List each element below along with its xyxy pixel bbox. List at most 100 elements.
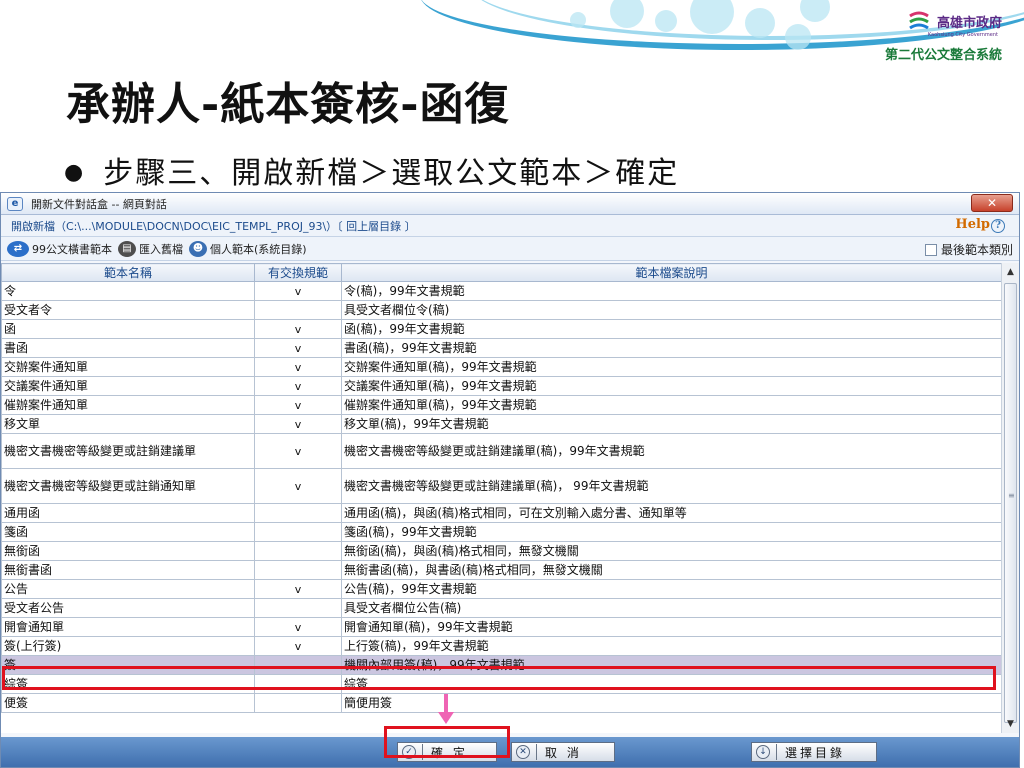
scroll-thumb[interactable]: ≡ (1004, 283, 1017, 723)
window-titlebar[interactable]: e 開新文件對話盒 -- 網頁對話 ✕ (1, 193, 1019, 215)
cell-template-desc: 令(稿)，99年文書規範 (341, 281, 1001, 301)
cell-exchange-mark (254, 503, 342, 523)
cell-exchange-mark: v (254, 414, 342, 434)
table-row[interactable]: 機密文書機密等級變更或註銷建議單 v 機密文書機密等級變更或註銷建議單(稿)，99年… (1, 433, 1001, 469)
table-row[interactable]: 受文者令 具受文者欄位令(稿) (1, 300, 1001, 320)
help-label: Help (955, 217, 990, 232)
template-toolbar: ⇄ 99公文橫書範本 ▤ 匯入舊檔 ☻ 個人範本(系統目錄) 最後範本類別 (1, 237, 1019, 261)
window-title: 開新文件對話盒 -- 網頁對話 (31, 197, 167, 211)
table-row[interactable]: 機密文書機密等級變更或註銷通知單 v 機密文書機密等級變更或註銷建議單(稿)， 99… (1, 468, 1001, 504)
table-row[interactable]: 書函 v 書函(稿)，99年文書規範 (1, 338, 1001, 358)
cell-template-name: 簽 (1, 655, 255, 675)
table-row[interactable]: 通用函 通用函(稿)，與函(稿)格式相同，可在文別輸入處分書、通知單等 (1, 503, 1001, 523)
table-row[interactable]: 箋函 箋函(稿)，99年文書規範 (1, 522, 1001, 542)
cell-template-name: 催辦案件通知單 (1, 395, 255, 415)
cell-exchange-mark (254, 560, 342, 580)
button-separator (536, 744, 537, 760)
folder-down-icon: ↓ (756, 745, 770, 759)
checkbox-box[interactable] (924, 243, 937, 256)
cell-template-name: 交辦案件通知單 (1, 357, 255, 377)
table-row[interactable]: 綜簽 綜簽 (1, 674, 1001, 694)
cancel-button[interactable]: ✕ 取 消 (511, 742, 615, 762)
column-header-desc[interactable]: 範本檔案說明 (341, 263, 1001, 282)
decor-bubble (745, 8, 775, 38)
cell-template-desc: 通用函(稿)，與函(稿)格式相同，可在文別輸入處分書、通知單等 (341, 503, 1001, 523)
dialog-footer: ✓ 確 定 ✕ 取 消 ↓ 選擇目錄 (1, 737, 1019, 767)
cancel-x-icon: ✕ (516, 745, 530, 759)
table-row[interactable]: 催辦案件通知單 v 催辦案件通知單(稿)，99年文書規範 (1, 395, 1001, 415)
table-row[interactable]: 受文者公告 具受文者欄位公告(稿) (1, 598, 1001, 618)
table-row[interactable]: 交議案件通知單 v 交議案件通知單(稿)，99年文書規範 (1, 376, 1001, 396)
cell-template-name: 函 (1, 319, 255, 339)
cell-template-name: 機密文書機密等級變更或註銷建議單 (1, 433, 255, 469)
table-row[interactable]: 公告 v 公告(稿)，99年文書規範 (1, 579, 1001, 599)
table-row[interactable]: 便簽 簡便用簽 (1, 693, 1001, 713)
template-table-container: 範本名稱 有交換規範 範本檔案說明 令 v 令(稿)，99年文書規範 受文者令 具受文者… (1, 263, 1001, 733)
grip-icon: ≡ (1008, 491, 1015, 500)
table-row[interactable]: 無銜函 無銜函(稿)，與函(稿)格式相同，無發文機關 (1, 541, 1001, 561)
vertical-scrollbar[interactable]: ▲ ≡ ▼ (1001, 263, 1019, 733)
cell-exchange-mark: v (254, 617, 342, 637)
cell-template-name: 簽(上行簽) (1, 636, 255, 656)
cell-template-name: 書函 (1, 338, 255, 358)
cell-template-desc: 具受文者欄位令(稿) (341, 300, 1001, 320)
annotation-arrow-down-icon (438, 712, 454, 724)
cell-template-desc: 簡便用簽 (341, 693, 1001, 713)
select-directory-button[interactable]: ↓ 選擇目錄 (751, 742, 877, 762)
kaohsiung-logo-icon (909, 11, 929, 30)
last-category-checkbox[interactable]: 最後範本類別 (924, 241, 1013, 258)
column-header-exchange[interactable]: 有交換規範 (254, 263, 342, 282)
bullet-dot-icon: ● (64, 160, 86, 185)
logo-system-name: 第二代公文整合系統 (884, 48, 1002, 63)
cell-template-desc: 交辦案件通知單(稿)，99年文書規範 (341, 357, 1001, 377)
cell-template-desc: 綜簽 (341, 674, 1001, 694)
table-row[interactable]: 開會通知單 v 開會通知單(稿)，99年文書規範 (1, 617, 1001, 637)
table-row[interactable]: 令 v 令(稿)，99年文書規範 (1, 281, 1001, 301)
window-close-button[interactable]: ✕ (971, 194, 1013, 212)
cell-template-desc: 無銜函(稿)，與函(稿)格式相同，無發文機關 (341, 541, 1001, 561)
bullet-text: 步驟三、開啟新檔＞選取公文範本＞確定 (103, 156, 680, 191)
path-bar: 開啟新檔（C:\...\MODULE\DOCN\DOC\EIC_TEMPL_PR… (1, 215, 1019, 237)
select-directory-label: 選擇目錄 (785, 745, 846, 760)
column-header-name[interactable]: 範本名稱 (1, 263, 255, 282)
cell-template-desc: 機密文書機密等級變更或註銷建議單(稿)， 99年文書規範 (341, 468, 1001, 504)
table-row[interactable]: 函 v 函(稿)，99年文書規範 (1, 319, 1001, 339)
decor-bubble (570, 12, 586, 28)
toolbar-import-old-file[interactable]: ▤ 匯入舊檔 (118, 240, 183, 257)
cell-exchange-mark (254, 693, 342, 713)
table-row[interactable]: 簽(上行簽) v 上行簽(稿)，99年文書規範 (1, 636, 1001, 656)
cell-exchange-mark (254, 541, 342, 561)
cell-template-name: 機密文書機密等級變更或註銷通知單 (1, 468, 255, 504)
table-row[interactable]: 簽 機關內部用簽(稿)，99年文書規範 (1, 655, 1001, 675)
toolbar-personal-template[interactable]: ☻ 個人範本(系統目錄) (189, 240, 307, 257)
scroll-up-icon[interactable]: ▲ (1004, 265, 1017, 279)
cancel-button-label: 取 消 (545, 745, 582, 760)
path-text[interactable]: 開啟新檔（C:\...\MODULE\DOCN\DOC\EIC_TEMPL_PR… (11, 218, 416, 234)
cell-template-name: 受文者公告 (1, 598, 255, 618)
cell-template-desc: 無銜書函(稿)，與書函(稿)格式相同，無發文機關 (341, 560, 1001, 580)
table-row[interactable]: 移文單 v 移文單(稿)，99年文書規範 (1, 414, 1001, 434)
last-category-label: 最後範本類別 (940, 243, 1013, 257)
cell-exchange-mark: v (254, 395, 342, 415)
button-separator (776, 744, 777, 760)
toolbar-99-template[interactable]: ⇄ 99公文橫書範本 (7, 240, 112, 257)
cell-template-desc: 箋函(稿)，99年文書規範 (341, 522, 1001, 542)
cell-exchange-mark (254, 522, 342, 542)
scroll-down-icon[interactable]: ▼ (1004, 717, 1017, 731)
slide-bullet: ● 步驟三、開啟新檔＞選取公文範本＞確定 (64, 148, 679, 192)
decor-bubble (655, 10, 677, 32)
cell-template-name: 開會通知單 (1, 617, 255, 637)
gov-logo: 高雄市政府 Kaohsiung City Government 第二代公文整合系… (885, 8, 1002, 63)
person-icon: ☻ (189, 240, 207, 257)
logo-english: Kaohsiung City Government (927, 32, 998, 38)
cell-exchange-mark: v (254, 433, 342, 469)
table-row[interactable]: 交辦案件通知單 v 交辦案件通知單(稿)，99年文書規範 (1, 357, 1001, 377)
help-link[interactable]: Help? (955, 217, 1005, 233)
table-row[interactable]: 無銜書函 無銜書函(稿)，與書函(稿)格式相同，無發文機關 (1, 560, 1001, 580)
highlight-ok-button (384, 726, 510, 758)
cell-template-name: 便簽 (1, 693, 255, 713)
logo-name: 高雄市政府 (936, 15, 1002, 31)
toolbar-item-label: 99公文橫書範本 (32, 242, 112, 256)
swap-arrows-icon: ⇄ (7, 240, 29, 257)
cell-exchange-mark: v (254, 281, 342, 301)
